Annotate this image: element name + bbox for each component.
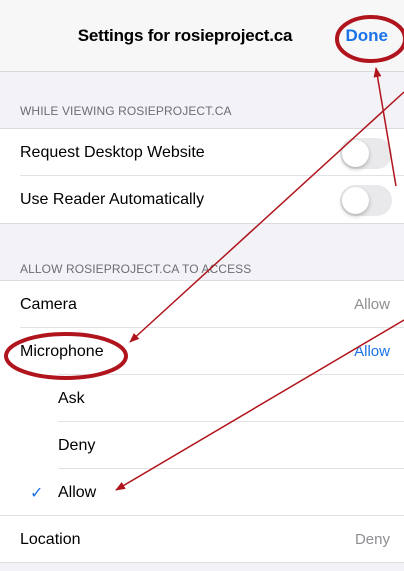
- done-button[interactable]: Done: [346, 26, 389, 46]
- option-deny-label: Deny: [58, 436, 96, 454]
- toggle-knob: [342, 187, 369, 214]
- toggle-knob: [342, 140, 369, 167]
- microphone-option-ask[interactable]: Ask: [0, 375, 404, 422]
- use-reader-automatically-toggle[interactable]: [340, 185, 392, 216]
- location-row[interactable]: Location Deny: [0, 516, 404, 563]
- access-section-heading: ALLOW ROSIEPROJECT.CA TO ACCESS: [20, 262, 252, 276]
- request-desktop-website-label: Request Desktop Website: [20, 143, 205, 161]
- microphone-option-deny[interactable]: Deny: [0, 422, 404, 469]
- settings-header: Settings for rosieproject.ca Done: [0, 0, 404, 72]
- viewing-section-heading: WHILE VIEWING ROSIEPROJECT.CA: [20, 104, 232, 118]
- camera-value: Allow: [354, 296, 390, 313]
- camera-row[interactable]: Camera Allow: [0, 281, 404, 328]
- request-desktop-website-toggle[interactable]: [340, 138, 392, 169]
- microphone-option-allow[interactable]: ✓ Allow: [0, 469, 404, 516]
- request-desktop-website-row[interactable]: Request Desktop Website: [0, 129, 404, 176]
- option-allow-label: Allow: [58, 483, 97, 501]
- location-label: Location: [20, 530, 81, 548]
- checkmark-icon: ✓: [30, 484, 44, 502]
- option-ask-label: Ask: [58, 389, 85, 407]
- camera-label: Camera: [20, 295, 77, 313]
- use-reader-automatically-label: Use Reader Automatically: [20, 190, 205, 208]
- page-title: Settings for rosieproject.ca: [77, 26, 293, 45]
- viewing-settings-group: Request Desktop Website Use Reader Autom…: [0, 128, 404, 224]
- microphone-label: Microphone: [20, 342, 104, 360]
- access-settings-group: Camera Allow Microphone Allow Ask Deny ✓…: [0, 280, 404, 563]
- microphone-row[interactable]: Microphone Allow: [0, 328, 404, 375]
- location-value: Deny: [354, 531, 390, 548]
- use-reader-automatically-row[interactable]: Use Reader Automatically: [0, 176, 404, 223]
- microphone-value: Allow: [354, 343, 390, 360]
